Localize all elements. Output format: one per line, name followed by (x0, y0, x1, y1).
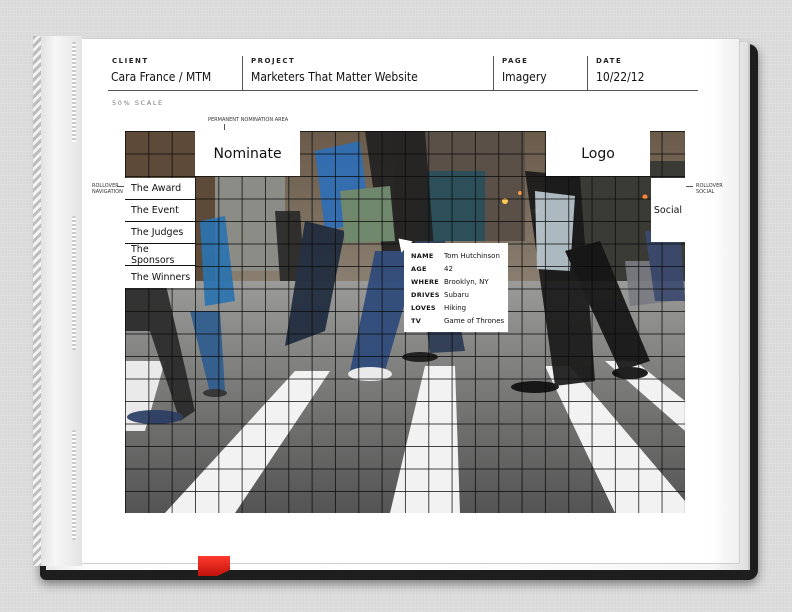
binding-thread (72, 42, 76, 142)
client-label: CLIENT (112, 57, 149, 65)
profile-row: LOVES Hiking (411, 301, 508, 314)
scale-label: 50% SCALE (112, 99, 164, 107)
rollover-nav-annotation: ROLLOVER NAVIGATION (92, 183, 123, 195)
date-value: 10/22/12 (596, 70, 645, 84)
profile-key: TV (411, 316, 422, 325)
page-value: Imagery (502, 70, 547, 84)
binding-thread (72, 430, 76, 540)
project-value: Marketers That Matter Website (251, 70, 418, 84)
nominate-button[interactable]: Nominate (195, 131, 300, 176)
social-rollover-button[interactable]: Social (651, 178, 685, 242)
profile-callout: NAME Tom Hutchinson AGE 42 WHERE Brooklyn, … (404, 243, 508, 332)
nav-item-the-sponsors[interactable]: The Sponsors (125, 244, 195, 266)
logo-placeholder[interactable]: Logo (546, 131, 650, 176)
header-rule (108, 90, 698, 91)
profile-key: WHERE (411, 277, 439, 286)
profile-row: DRIVES Subaru (411, 288, 508, 301)
annotation-tick (686, 186, 693, 187)
header-divider (242, 56, 243, 90)
profile-value: 42 (444, 264, 453, 273)
nav-item-the-winners[interactable]: The Winners (125, 266, 195, 288)
profile-value: Hiking (444, 303, 467, 312)
annotation-tick (117, 186, 124, 187)
nav-item-the-judges[interactable]: The Judges (125, 222, 195, 244)
binding-thread (72, 216, 76, 350)
project-label: PROJECT (251, 57, 296, 65)
header-divider (587, 56, 588, 90)
nav-item-the-award[interactable]: The Award (125, 178, 195, 200)
client-value: Cara France / MTM (111, 70, 212, 84)
profile-key: AGE (411, 264, 427, 273)
nav-item-the-event[interactable]: The Event (125, 200, 195, 222)
profile-key: DRIVES (411, 290, 440, 299)
profile-value: Subaru (444, 290, 469, 299)
page-label: PAGE (502, 57, 529, 65)
rollover-social-annotation: ROLLOVER SOCIAL (696, 183, 723, 195)
nomination-area-annotation: PERMANENT NOMINATION AREA (208, 117, 289, 123)
annotation-tick (224, 124, 225, 130)
profile-row: WHERE Brooklyn, NY (411, 275, 508, 288)
profile-value: Game of Thrones (444, 316, 505, 325)
profile-row: TV Game of Thrones (411, 314, 508, 327)
header-divider (493, 56, 494, 90)
profile-row: NAME Tom Hutchinson (411, 249, 508, 262)
profile-key: NAME (411, 251, 434, 260)
profile-value: Tom Hutchinson (444, 251, 500, 260)
profile-value: Brooklyn, NY (444, 277, 489, 286)
profile-key: LOVES (411, 303, 436, 312)
profile-row: AGE 42 (411, 262, 508, 275)
date-label: DATE (596, 57, 623, 65)
